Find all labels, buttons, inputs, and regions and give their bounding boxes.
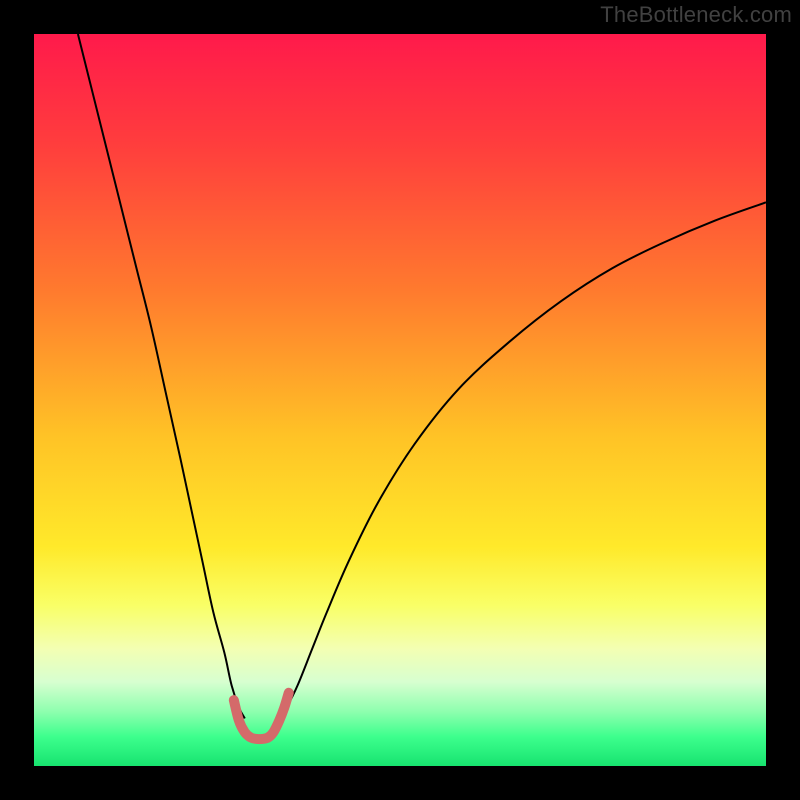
watermark-text: TheBottleneck.com [600, 2, 792, 28]
chart-svg [34, 34, 766, 766]
app-frame: TheBottleneck.com [0, 0, 800, 800]
gradient-background [34, 34, 766, 766]
chart-area [34, 34, 766, 766]
